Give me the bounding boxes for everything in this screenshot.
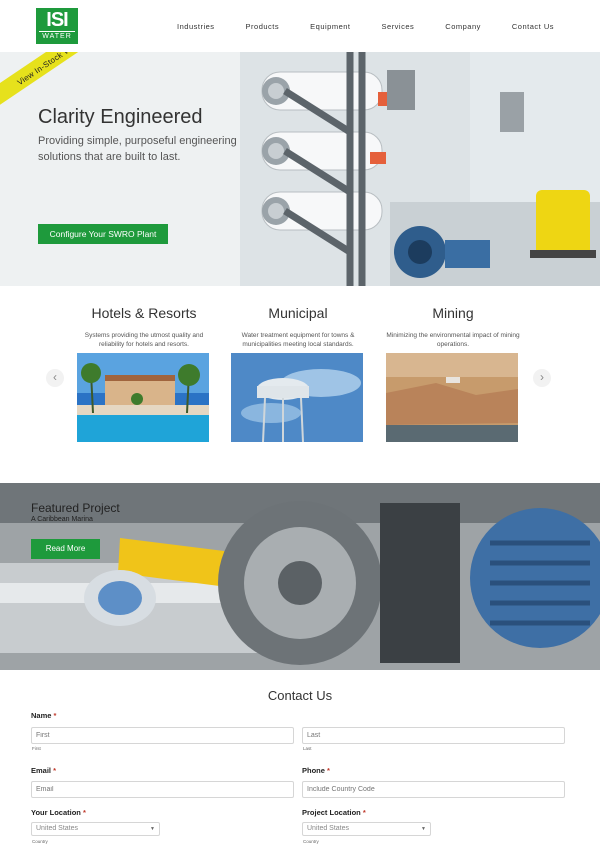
hero-banner: View In-Stock Water Plants ❯ — [0, 52, 600, 286]
your-location-value: United States — [36, 825, 79, 832]
email-field[interactable] — [31, 781, 294, 798]
last-name-field[interactable] — [302, 727, 565, 744]
read-more-button[interactable]: Read More — [31, 539, 100, 559]
nav-contact-us[interactable]: Contact Us — [512, 22, 554, 31]
phone-label-text: Phone — [302, 766, 325, 775]
industry-card-text: Minimizing the environmental impact of m… — [386, 332, 520, 348]
first-name-field[interactable] — [31, 727, 294, 744]
project-location-label-text: Project Location — [302, 808, 361, 817]
required-marker: * — [53, 766, 57, 775]
project-location-value: United States — [307, 825, 350, 832]
industry-card-text: Water treatment equipment for towns & mu… — [241, 332, 355, 348]
phone-field[interactable] — [302, 781, 565, 798]
site-header: ISI WATER Industries Products Equipment … — [0, 0, 600, 52]
project-location-label: Project Location * — [302, 808, 366, 817]
featured-project-title: Featured Project — [31, 501, 120, 515]
main-nav: Industries Products Equipment Services C… — [146, 22, 554, 31]
required-marker: * — [82, 808, 86, 817]
chevron-right-icon[interactable]: › — [533, 369, 551, 387]
isi-water-logo[interactable]: ISI WATER — [36, 8, 78, 44]
your-location-sublabel: Country — [32, 839, 48, 844]
your-location-label-text: Your Location — [31, 808, 81, 817]
nav-company[interactable]: Company — [445, 22, 481, 31]
industry-card-title: Hotels & Resorts — [91, 305, 197, 321]
first-name-sublabel: First — [32, 746, 41, 751]
email-label-text: Email — [31, 766, 52, 775]
industry-card-municipal[interactable]: Municipal Water treatment equipment for … — [231, 305, 365, 442]
featured-project-subtitle: A Caribbean Marina — [31, 516, 93, 523]
last-name-sublabel: Last — [303, 746, 312, 751]
logo-text-isi: ISI — [46, 9, 68, 31]
caret-down-icon: ▼ — [150, 826, 155, 832]
name-label-text: Name — [31, 711, 52, 720]
industry-card-text: Systems providing the utmost quality and… — [84, 332, 204, 348]
logo-text-water: WATER — [39, 31, 75, 41]
industry-card-title: Municipal — [268, 305, 328, 321]
required-marker: * — [53, 711, 57, 720]
hotel-pool-image[interactable] — [77, 353, 209, 442]
hero-title: Clarity Engineered — [38, 106, 203, 128]
phone-label: Phone * — [302, 766, 330, 775]
caret-down-icon: ▼ — [421, 826, 426, 832]
configure-swro-button[interactable]: Configure Your SWRO Plant — [38, 224, 168, 244]
hero-subtitle: Providing simple, purposeful engineering… — [38, 135, 237, 163]
water-tower-image[interactable] — [231, 353, 363, 442]
email-label: Email * — [31, 766, 56, 775]
nav-industries[interactable]: Industries — [177, 22, 215, 31]
contact-title: Contact Us — [267, 688, 333, 703]
project-location-sublabel: Country — [303, 839, 319, 844]
name-label: Name * — [31, 711, 56, 720]
nav-equipment[interactable]: Equipment — [310, 22, 350, 31]
chevron-left-icon[interactable]: ‹ — [46, 369, 64, 387]
project-location-select[interactable]: United States ▼ — [302, 822, 431, 836]
your-location-select[interactable]: United States ▼ — [31, 822, 160, 836]
your-location-label: Your Location * — [31, 808, 86, 817]
required-marker: * — [327, 766, 330, 775]
mining-site-image[interactable] — [386, 353, 518, 442]
nav-services[interactable]: Services — [382, 22, 415, 31]
industry-card-mining[interactable]: Mining Minimizing the environmental impa… — [386, 305, 520, 442]
water-plant-equipment-image — [0, 52, 600, 286]
industry-card-hotels[interactable]: Hotels & Resorts Systems providing the u… — [77, 305, 211, 442]
required-marker: * — [362, 808, 366, 817]
industry-card-title: Mining — [432, 305, 474, 321]
nav-products[interactable]: Products — [246, 22, 280, 31]
